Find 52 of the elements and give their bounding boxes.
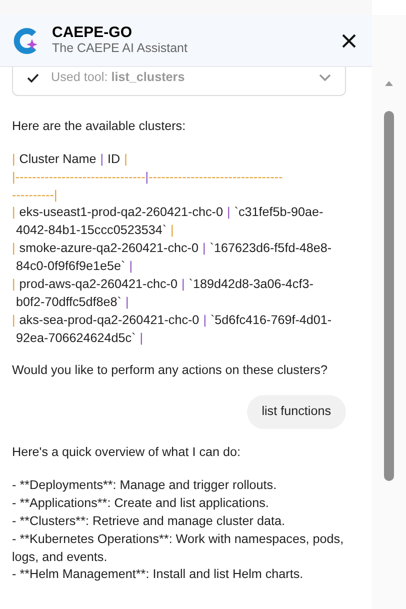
table-markup: | — [129, 258, 133, 276]
table-markup: | — [140, 330, 144, 347]
scroll-up-icon[interactable] — [384, 79, 394, 87]
message-text: Here are the available clusters: — [12, 118, 187, 135]
table-markup: | — [227, 204, 230, 222]
table-markup: | — [203, 312, 206, 329]
table-markup: ---------- — [12, 186, 54, 204]
table-markup: | — [12, 276, 16, 293]
table-text: `167623d6-f5fd-48e8- — [210, 240, 332, 258]
table-markup: | — [126, 294, 129, 311]
app-subtitle: The CAEPE AI Assistant — [52, 42, 188, 56]
scrollbar-thumb[interactable] — [384, 111, 394, 481]
table-markup: | — [145, 168, 149, 186]
table-text: `c31fef5b-90ae- — [234, 204, 324, 222]
close-icon — [342, 34, 356, 48]
table-text: 4042-84b1-15ccc0523534` — [16, 222, 167, 240]
table-text: 92ea-706624624d5c` — [16, 330, 136, 347]
table-markup: | — [12, 204, 16, 222]
app-title: CAEPE-GO — [52, 25, 134, 42]
table-text: smoke-azure-qa2-260421-chc-0 — [19, 240, 198, 258]
user-message: list functions — [246, 395, 346, 430]
message-text: - **Deployments**: Manage and trigger rollouts. — [12, 477, 278, 494]
message-text: Would you like to perform any actions on these clusters? — [12, 362, 328, 380]
tool-card[interactable]: Used tool: list_clusters — [12, 67, 346, 96]
table-text: Cluster Name — [19, 150, 96, 168]
message-text: - **Kubernetes Operations**: Work with namespaces, pods, logs, and events. — [12, 530, 345, 566]
table-text: prod-aws-qa2-260421-chc-0 — [19, 276, 178, 293]
table-markup: | — [202, 240, 206, 258]
table-text: `189d42d8-3a06-4cf3- — [188, 276, 314, 293]
table-text: aks-sea-prod-qa2-260421-chc-0 — [19, 312, 200, 329]
table-markup: ------------------------------- — [15, 168, 146, 186]
table-text: 84c0-0f9f6f9e1e5e` — [16, 258, 126, 276]
logo-icon — [12, 26, 40, 56]
table-markup: | — [12, 240, 16, 258]
message-text: - **Helm Management**: Install and list Helm charts. — [12, 566, 304, 584]
table-markup: | — [12, 150, 16, 168]
message-text: Here's a quick overview of what I can do: — [12, 444, 242, 462]
table-markup: | — [12, 312, 16, 329]
table-text: ID — [108, 150, 120, 168]
table-markup: | — [100, 150, 104, 168]
table-markup: -------------------------------- — [148, 168, 283, 186]
tool-label: Used tool: list_clusters — [51, 69, 185, 86]
table-text: b0f2-70dffc5df8e8` — [16, 294, 122, 311]
message-text: - **Applications**: Create and list applications. — [12, 494, 270, 512]
table-markup: | — [12, 168, 16, 186]
table-markup: | — [170, 222, 174, 240]
table-text: eks-useast1-prod-qa2-260421-chc-0 — [19, 204, 223, 222]
table-text: `5d6fc416-769f-4d01- — [210, 312, 332, 329]
table-markup: | — [182, 276, 185, 293]
message-text: - **Clusters**: Retrieve and manage cluster data. — [12, 512, 286, 530]
table-markup: | — [54, 186, 58, 204]
table-markup: | — [124, 150, 128, 168]
